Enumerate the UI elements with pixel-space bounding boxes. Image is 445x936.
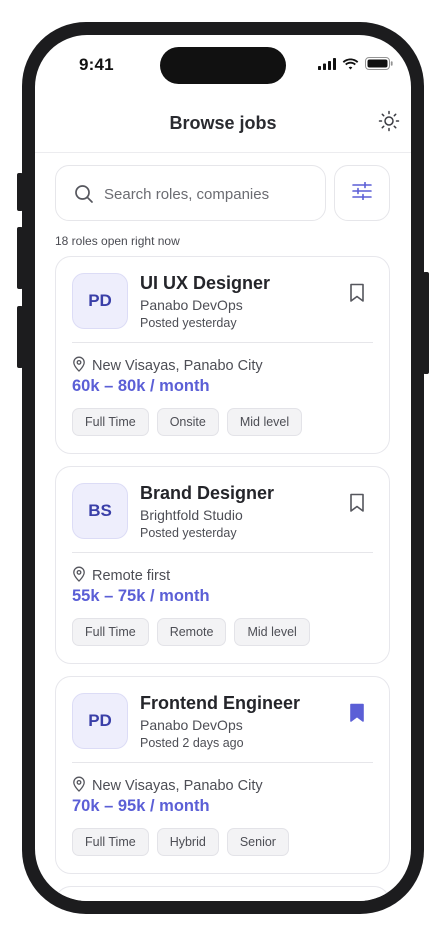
- phone-screen: 9:41 Browse jobs Search roles, companies…: [35, 35, 411, 901]
- bookmark-button[interactable]: [345, 703, 369, 727]
- company-name: Panabo DevOps: [140, 717, 243, 733]
- app-header: Browse jobs: [35, 95, 411, 153]
- filter-button[interactable]: [334, 165, 390, 221]
- job-card[interactable]: BS Brand Designer Brightfold Studio Post…: [55, 466, 390, 664]
- phone-frame: 9:41 Browse jobs Search roles, companies…: [22, 22, 424, 914]
- tag-work-mode: Hybrid: [156, 828, 219, 856]
- card-divider: [72, 342, 373, 343]
- job-location: Remote first: [72, 566, 170, 586]
- posted-date: Posted 2 days ago: [140, 736, 244, 750]
- dynamic-island: [160, 47, 286, 84]
- job-location: New Visayas, Panabo City: [72, 776, 263, 796]
- posted-date: Posted yesterday: [140, 526, 237, 540]
- location-pin-icon: [72, 566, 86, 586]
- sun-icon: [378, 110, 400, 137]
- tag-work-mode: Remote: [156, 618, 227, 646]
- theme-toggle-button[interactable]: [375, 109, 403, 137]
- battery-icon: [365, 57, 393, 75]
- posted-date: Posted yesterday: [140, 316, 237, 330]
- job-location: New Visayas, Panabo City: [72, 356, 263, 376]
- search-bar[interactable]: [55, 165, 326, 221]
- bookmark-button[interactable]: [345, 283, 369, 307]
- bookmark-filled-icon: [349, 703, 365, 728]
- job-title: UI UX Designer: [140, 273, 271, 293]
- salary-range: 60k – 80k / month: [72, 377, 210, 395]
- bookmark-icon: [349, 493, 365, 518]
- location-text: Remote first: [92, 568, 171, 584]
- tag-level: Senior: [226, 828, 289, 856]
- wifi-icon: [342, 57, 359, 75]
- company-name: Brightfold Studio: [140, 507, 243, 523]
- job-list: PD UI UX Designer Panabo DevOps Posted y…: [55, 256, 390, 901]
- cellular-signal-icon: [318, 57, 336, 75]
- roles-count: 18 roles open right now: [55, 234, 180, 248]
- card-divider: [72, 552, 373, 553]
- sliders-icon: [352, 181, 372, 205]
- job-title: Frontend Engineer: [140, 693, 301, 713]
- company-logo: BS: [72, 483, 128, 539]
- location-text: New Visayas, Panabo City: [92, 778, 263, 794]
- tag-employment-type: Full Time: [72, 408, 149, 436]
- status-icons: [318, 57, 393, 75]
- tag-list: Full Time Hybrid Senior: [72, 828, 289, 856]
- tag-level: Mid level: [226, 408, 303, 436]
- job-card[interactable]: PD UI UX Designer Panabo DevOps Posted y…: [55, 256, 390, 454]
- tag-level: Mid level: [234, 618, 310, 646]
- salary-range: 55k – 75k / month: [72, 587, 210, 605]
- tag-work-mode: Onsite: [156, 408, 219, 436]
- card-divider: [72, 762, 373, 763]
- status-time: 9:41: [79, 55, 114, 74]
- status-bar: 9:41: [35, 35, 411, 95]
- bookmark-icon: [349, 283, 365, 308]
- job-card-partial[interactable]: [55, 886, 390, 901]
- salary-range: 70k – 95k / month: [72, 797, 210, 815]
- job-title: Brand Designer: [140, 483, 275, 503]
- tag-list: Full Time Remote Mid level: [72, 618, 310, 646]
- page-title: Browse jobs: [169, 113, 277, 133]
- tag-employment-type: Full Time: [72, 828, 149, 856]
- tag-list: Full Time Onsite Mid level: [72, 408, 303, 436]
- bookmark-button[interactable]: [345, 493, 369, 517]
- location-text: New Visayas, Panabo City: [92, 358, 263, 374]
- company-logo: PD: [72, 273, 128, 329]
- location-pin-icon: [72, 356, 86, 376]
- search-input[interactable]: [104, 180, 304, 208]
- tag-employment-type: Full Time: [72, 618, 149, 646]
- search-icon: [74, 184, 94, 209]
- job-card[interactable]: PD Frontend Engineer Panabo DevOps Poste…: [55, 676, 390, 874]
- company-logo: PD: [72, 693, 128, 749]
- location-pin-icon: [72, 776, 86, 796]
- company-name: Panabo DevOps: [140, 297, 243, 313]
